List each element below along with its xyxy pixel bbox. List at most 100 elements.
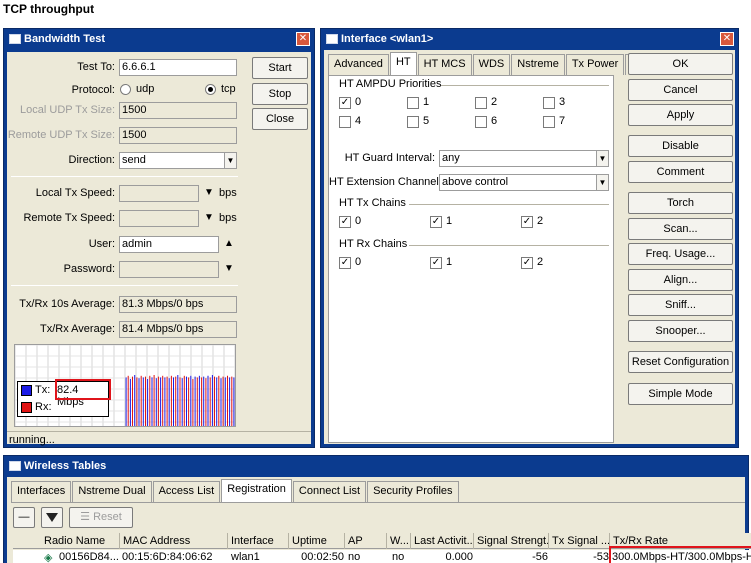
tab-registration[interactable]: Registration [221,479,292,502]
local-tx-speed-label: Local Tx Speed: [35,187,115,199]
chevron-down-icon[interactable]: ▼ [224,263,234,274]
ampdu-3-checkbox[interactable] [543,97,555,109]
tab-interfaces[interactable]: Interfaces [11,481,72,502]
ampdu-2-checkbox[interactable] [475,97,487,109]
chevron-down-icon[interactable]: ▼ [224,153,236,168]
status-bar: running... [7,431,311,448]
column-header[interactable]: AP [345,533,387,549]
tab-access-list[interactable]: Access List [152,481,221,502]
group-line [409,245,609,246]
start-button[interactable]: Start [252,57,308,79]
guard-interval-value: any [442,152,460,164]
interface-window: Interface <wlan1> ✕ Advanced HT HT MCS W… [320,28,739,448]
extension-channel-select[interactable]: above control ▼ [439,174,609,191]
ampdu-0-checkbox[interactable]: ✓ [339,97,351,109]
torch-button[interactable]: Torch [628,192,733,214]
bandwidth-test-titlebar[interactable]: Bandwidth Test ✕ [4,29,314,49]
ampdu-1-checkbox[interactable] [407,97,419,109]
close-button[interactable]: Close [252,108,308,130]
avg10-label: Tx/Rx 10s Average: [19,298,115,310]
chevron-down-icon[interactable]: ▼ [596,175,608,190]
snooper-button[interactable]: Snooper... [628,320,733,342]
minus-button[interactable]: — [13,507,35,528]
stop-button[interactable]: Stop [252,83,308,105]
wireless-tables-titlebar[interactable]: Wireless Tables [4,456,748,476]
tx-chain-2-checkbox[interactable]: ✓ [521,216,533,228]
direction-value: send [122,154,146,166]
highlight-box [609,546,751,563]
direction-select[interactable]: send ▼ [119,152,237,169]
close-icon[interactable]: ✕ [720,32,734,46]
window-icon [326,34,338,44]
scan-button[interactable]: Scan... [628,218,733,240]
chevron-down-icon[interactable]: ▼ [596,151,608,166]
local-tx-speed-input[interactable] [119,185,199,202]
ampdu-4-checkbox[interactable] [339,116,351,128]
cell-wds: no [392,551,405,563]
column-header[interactable]: MAC Address [120,533,228,549]
disable-button[interactable]: Disable [628,135,733,157]
column-header[interactable]: Tx Signal ... [549,533,610,549]
rx-chain-1-checkbox[interactable]: ✓ [430,257,442,269]
password-input[interactable] [119,261,219,278]
tab-security-profiles[interactable]: Security Profiles [367,481,459,502]
column-header[interactable]: Last Activit... [411,533,474,549]
cancel-button[interactable]: Cancel [628,79,733,101]
user-input[interactable]: admin [119,236,219,253]
wireless-tables-title: Wireless Tables [24,460,107,472]
column-header[interactable]: Interface [228,533,289,549]
remote-udp-size-input[interactable]: 1500 [119,127,237,144]
tx-chain-1-checkbox[interactable]: ✓ [430,216,442,228]
chevron-down-icon[interactable]: ▼ [204,187,214,198]
column-header[interactable]: Uptime [289,533,345,549]
sniff-button[interactable]: Sniff... [628,294,733,316]
tab-connect-list[interactable]: Connect List [292,481,367,502]
freq-usage-button[interactable]: Freq. Usage... [628,243,733,265]
reset-configuration-button[interactable]: Reset Configuration [628,351,733,373]
cell-uptime: 00:02:50 [301,551,344,563]
filter-button[interactable] [41,507,63,528]
reset-button[interactable]: ☰ Reset [69,507,133,528]
rx-chain-2-label: 2 [537,256,544,268]
remote-tx-speed-input[interactable] [119,210,199,227]
cell-interface: wlan1 [231,551,260,563]
column-header[interactable]: Radio Name [41,533,120,549]
extension-channel-label: HT Extension Channel: [329,176,442,188]
ampdu-5-checkbox[interactable] [407,116,419,128]
guard-interval-select[interactable]: any ▼ [439,150,609,167]
window-icon [9,34,21,44]
tcp-radio[interactable] [205,84,216,95]
test-to-input[interactable]: 6.6.6.1 [119,59,237,76]
tab-tx-power[interactable]: Tx Power [565,54,625,75]
avg-label: Tx/Rx Average: [40,323,115,335]
comment-button[interactable]: Comment [628,161,733,183]
ampdu-6-checkbox[interactable] [475,116,487,128]
tab-ht[interactable]: HT [389,52,417,75]
page-title: TCP throughput [3,2,95,16]
rx-chain-0-checkbox[interactable]: ✓ [339,257,351,269]
chevron-up-icon[interactable]: ▲ [224,238,234,249]
column-header[interactable]: Signal Strengt... [474,533,549,549]
tab-nstreme[interactable]: Nstreme [511,54,565,75]
local-udp-size-input[interactable]: 1500 [119,102,237,119]
tab-ht-mcs[interactable]: HT MCS [417,54,472,75]
interface-titlebar[interactable]: Interface <wlan1> ✕ [321,29,738,49]
filter-icon [46,513,58,522]
udp-radio[interactable] [120,84,131,95]
tab-wds[interactable]: WDS [472,54,511,75]
simple-mode-button[interactable]: Simple Mode [628,383,733,405]
ok-button[interactable]: OK [628,53,733,75]
apply-button[interactable]: Apply [628,104,733,126]
rx-chain-2-checkbox[interactable]: ✓ [521,257,533,269]
rx-swatch [21,402,32,413]
tab-advanced[interactable]: Advanced [328,54,389,75]
chevron-down-icon[interactable]: ▼ [204,212,214,223]
align-button[interactable]: Align... [628,269,733,291]
column-header[interactable]: W... [387,533,411,549]
ampdu-7-checkbox[interactable] [543,116,555,128]
cell-mac-address: 00:15:6D:84:06:62 [122,551,213,563]
user-label: User: [88,238,115,250]
tx-chain-0-checkbox[interactable]: ✓ [339,216,351,228]
tab-nstreme-dual[interactable]: Nstreme Dual [72,481,152,502]
close-icon[interactable]: ✕ [296,32,310,46]
